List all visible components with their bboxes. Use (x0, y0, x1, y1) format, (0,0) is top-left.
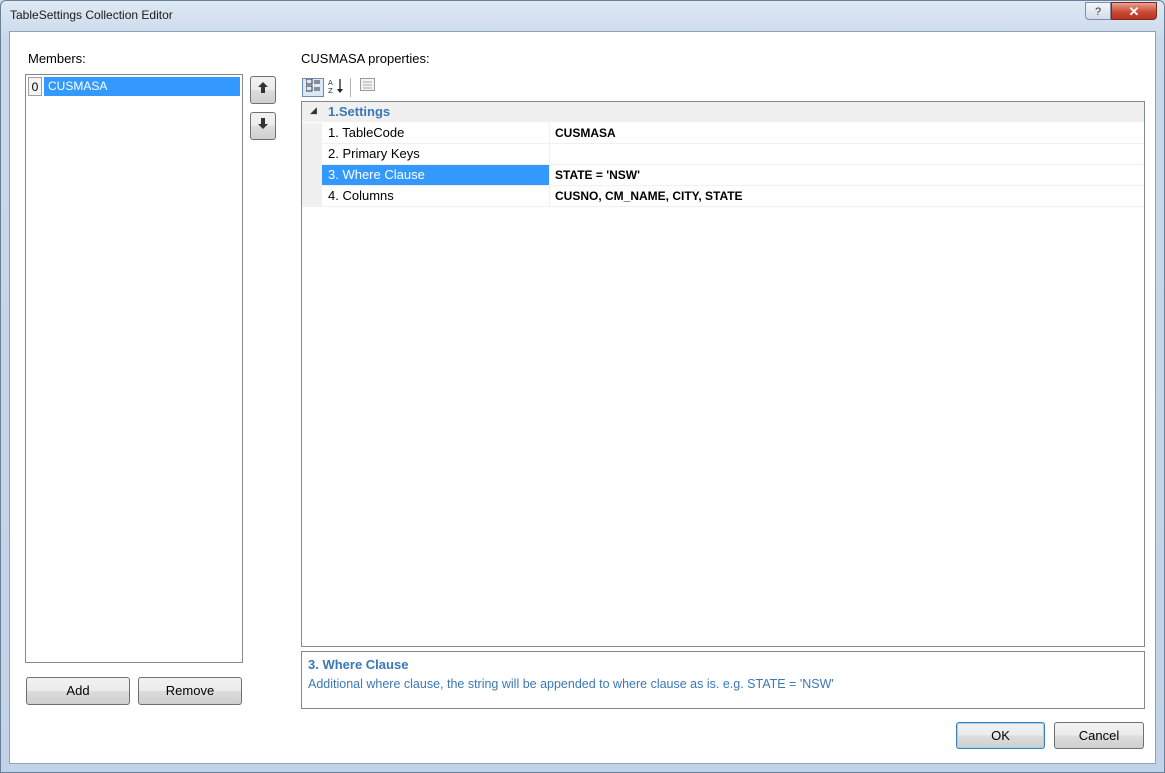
property-name[interactable]: 3. Where Clause (322, 165, 550, 185)
property-grid[interactable]: ◢ 1.Settings 1. TableCode CUSMASA 2. Pri… (301, 101, 1145, 647)
property-pages-button[interactable] (356, 78, 378, 97)
row-gutter (302, 186, 322, 207)
property-value[interactable]: CUSMASA (551, 123, 1141, 143)
toolbar-separator (350, 78, 351, 97)
move-up-button[interactable] (250, 76, 276, 104)
property-row-tablecode[interactable]: 1. TableCode CUSMASA (302, 123, 1144, 144)
alphabetical-button[interactable]: AZ (326, 78, 348, 97)
close-button[interactable]: ✕ (1111, 2, 1157, 20)
members-list[interactable]: 0 CUSMASA (25, 74, 243, 663)
property-row-primary-keys[interactable]: 2. Primary Keys (302, 144, 1144, 165)
sort-az-icon: AZ (328, 79, 346, 97)
property-name[interactable]: 2. Primary Keys (322, 144, 550, 164)
collapse-toggle-icon[interactable]: ◢ (310, 105, 317, 116)
add-button[interactable]: Add (26, 677, 130, 705)
arrow-down-icon (258, 118, 268, 132)
property-value[interactable] (551, 144, 1141, 164)
title-bar[interactable]: TableSettings Collection Editor ? ✕ (1, 1, 1164, 31)
cancel-button[interactable]: Cancel (1054, 722, 1144, 749)
svg-text:A: A (328, 79, 333, 87)
svg-text:Z: Z (328, 87, 333, 94)
property-row-where-clause[interactable]: 3. Where Clause STATE = 'NSW' (302, 165, 1144, 186)
property-name[interactable]: 1. TableCode (322, 123, 550, 143)
description-title: 3. Where Clause (308, 657, 409, 672)
property-name[interactable]: 4. Columns (322, 186, 550, 206)
categorized-button[interactable] (302, 78, 324, 97)
remove-button[interactable]: Remove (138, 677, 242, 705)
ok-button[interactable]: OK (956, 722, 1045, 749)
description-text: Additional where clause, the string will… (308, 677, 834, 691)
category-label: 1.Settings (328, 104, 391, 119)
collection-editor-window: TableSettings Collection Editor ? ✕ Memb… (0, 0, 1165, 773)
dialog-client-area: Members: 0 CUSMASA Add Remove CUSMASA pr… (9, 31, 1156, 764)
move-down-button[interactable] (250, 112, 276, 140)
categorized-icon (305, 78, 320, 95)
property-value[interactable]: CUSNO, CM_NAME, CITY, STATE (551, 186, 1141, 206)
row-gutter (302, 144, 322, 165)
list-item[interactable]: 0 CUSMASA (28, 77, 240, 97)
property-value[interactable]: STATE = 'NSW' (551, 165, 1141, 185)
help-button[interactable]: ? (1085, 2, 1111, 20)
property-row-columns[interactable]: 4. Columns CUSNO, CM_NAME, CITY, STATE (302, 186, 1144, 207)
row-gutter (302, 123, 322, 144)
window-title: TableSettings Collection Editor (10, 8, 173, 22)
category-row[interactable]: ◢ 1.Settings (302, 102, 1144, 122)
row-gutter (302, 165, 322, 186)
member-index: 0 (28, 77, 42, 96)
description-panel: 3. Where Clause Additional where clause,… (301, 651, 1145, 709)
members-label: Members: (28, 51, 86, 66)
property-pages-icon (359, 78, 375, 94)
arrow-up-icon (258, 82, 268, 96)
member-name: CUSMASA (44, 77, 240, 96)
properties-label: CUSMASA properties: (301, 51, 430, 66)
